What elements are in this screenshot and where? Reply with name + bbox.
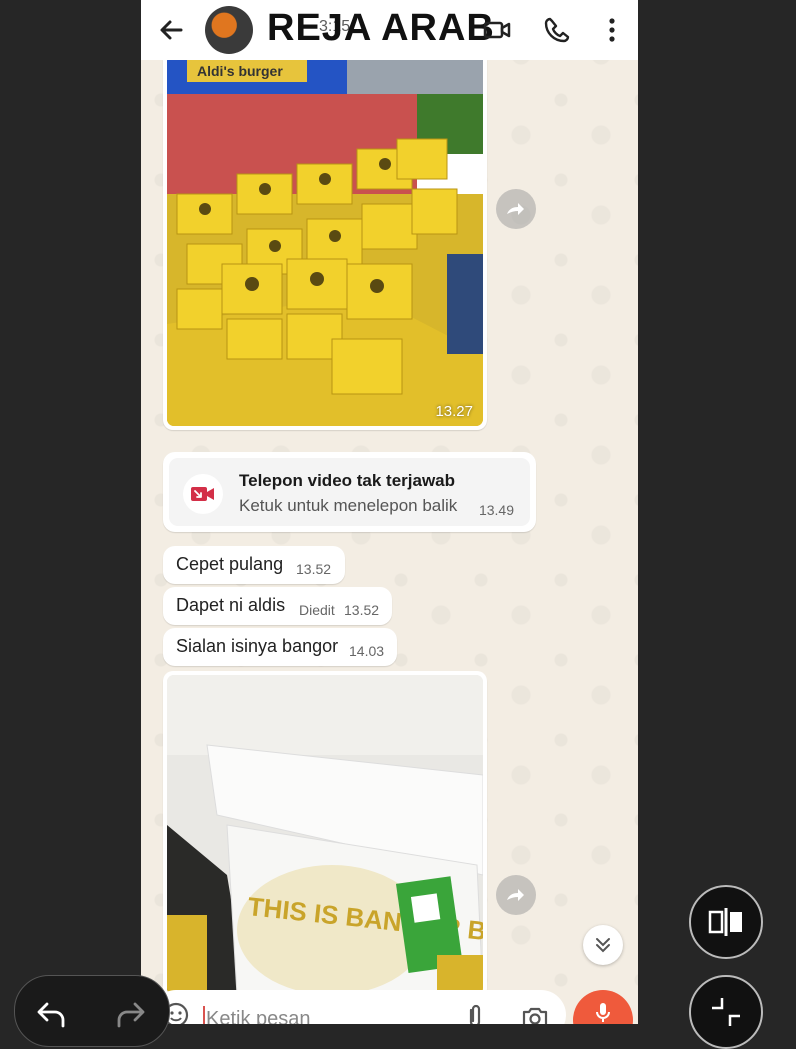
message-list[interactable]: Aldi's burger 13.27 Telepon video tak te… [141, 50, 638, 1000]
minimize-icon [712, 998, 740, 1026]
contact-name[interactable]: REJA ARAB [267, 6, 495, 50]
mic-icon [596, 1003, 610, 1022]
camera-icon[interactable] [521, 1004, 549, 1024]
forward-icon [507, 203, 524, 215]
undo-icon[interactable] [35, 996, 69, 1030]
image-message[interactable]: THIS IS BANGOR BURGERNYA [163, 671, 487, 999]
text-message[interactable]: Cepet pulang 13.52 [163, 546, 345, 584]
chevron-double-down-icon [596, 938, 610, 953]
video-call-icon[interactable] [481, 14, 513, 46]
missed-call-message[interactable]: Telepon video tak terjawab Ketuk untuk m… [163, 452, 536, 532]
chat-screen: 3:15 REJA ARAB Aldi's burger 13.27 Telep… [141, 0, 638, 1024]
message-input[interactable]: Ketik pesan [206, 1008, 311, 1024]
missed-call-icon-wrap [183, 474, 223, 514]
missed-call-card[interactable]: Telepon video tak terjawab Ketuk untuk m… [169, 458, 530, 526]
message-time: 13.52 [296, 561, 332, 577]
chat-header: 3:15 REJA ARAB [141, 0, 638, 60]
text-message[interactable]: Dapet ni aldis Diedit 13.52 [163, 587, 392, 625]
svg-text:Aldi's burger: Aldi's burger [197, 63, 283, 79]
undo-redo-bar [14, 975, 170, 1047]
minimize-button[interactable] [689, 975, 763, 1049]
phone-icon[interactable] [541, 14, 573, 46]
redo-icon[interactable] [113, 996, 147, 1030]
forward-icon [507, 889, 524, 901]
text-caret [203, 1006, 205, 1024]
split-screen-icon [708, 908, 742, 936]
missed-video-call-icon [191, 487, 214, 501]
scroll-to-bottom-button[interactable] [583, 925, 623, 965]
message-time: 13.52 [344, 602, 380, 618]
split-screen-button[interactable] [689, 885, 763, 959]
call-subtitle: Ketuk untuk menelepon balik [239, 496, 458, 515]
image-message[interactable]: Aldi's burger 13.27 [163, 50, 487, 430]
message-text: Sialan isinya bangor [176, 636, 339, 656]
message-text: Cepet pulang [176, 554, 284, 574]
burger-boxes-photo[interactable]: Aldi's burger 13.27 [167, 54, 483, 426]
forward-button[interactable] [496, 875, 536, 915]
burger-box-photo[interactable]: THIS IS BANGOR BURGERNYA [167, 675, 483, 995]
text-message[interactable]: Sialan isinya bangor 14.03 [163, 628, 397, 666]
forward-button[interactable] [496, 189, 536, 229]
message-text: Dapet ni aldis [176, 595, 286, 615]
back-arrow-icon[interactable] [155, 14, 187, 46]
call-title: Telepon video tak terjawab [239, 471, 456, 490]
image-time: 13.27 [435, 403, 473, 420]
attach-icon[interactable] [463, 1004, 487, 1024]
contact-avatar[interactable] [205, 6, 253, 54]
call-time: 13.49 [478, 502, 514, 518]
message-composer[interactable]: Ketik pesan [151, 990, 566, 1024]
message-time: 14.03 [349, 643, 385, 659]
edited-label: Diedit [299, 602, 335, 618]
more-vert-icon[interactable] [596, 14, 628, 46]
